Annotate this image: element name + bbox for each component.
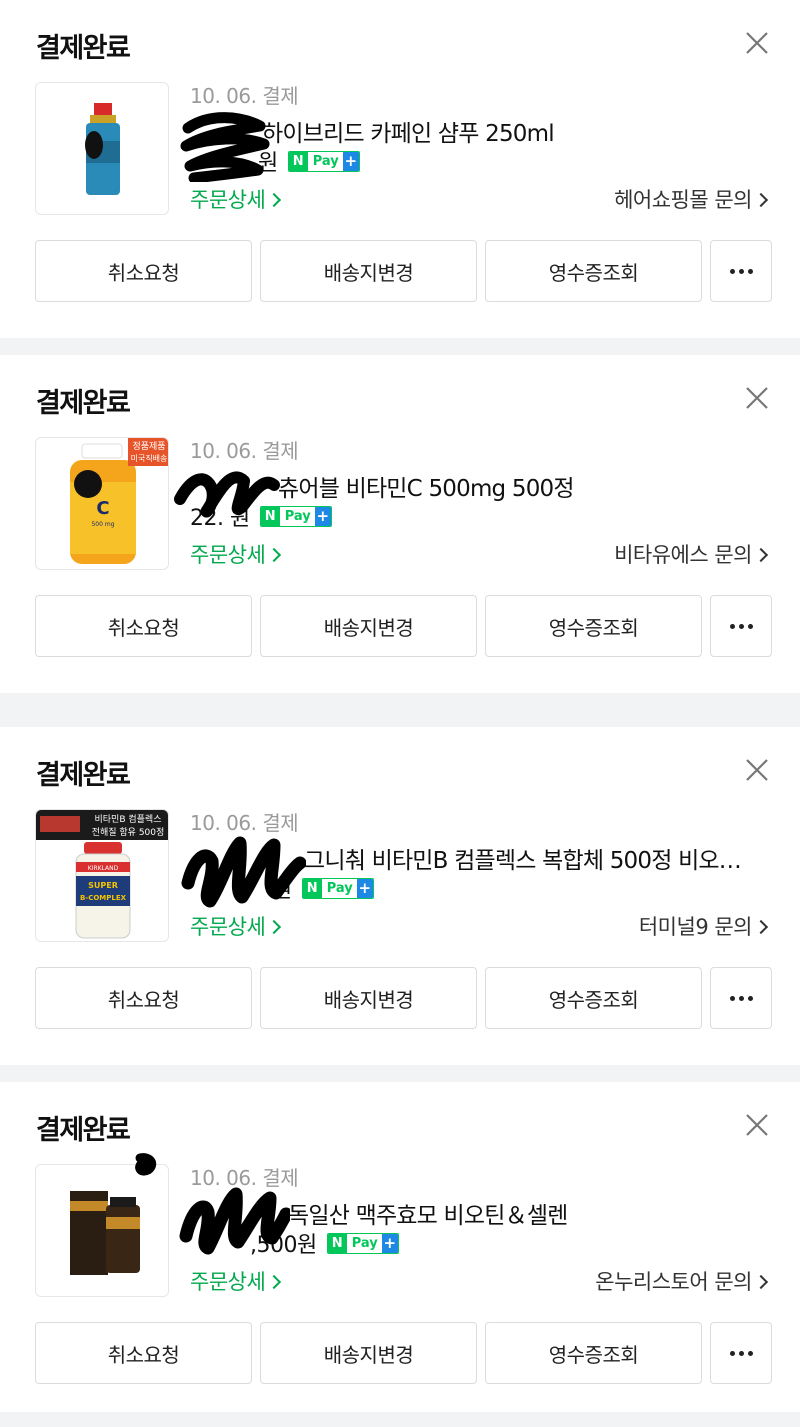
order-date: 10. 06. 결제 — [190, 1166, 299, 1190]
more-button[interactable] — [710, 240, 772, 302]
product-name[interactable]: 독일산 맥주효모 비오틴＆셀렌 — [288, 1196, 758, 1230]
more-button[interactable] — [710, 595, 772, 657]
receipt-button[interactable]: 영수증조회 — [485, 1322, 702, 1384]
order-detail-link[interactable]: 주문상세 — [190, 184, 282, 214]
more-button[interactable] — [710, 967, 772, 1029]
svg-text:KIRKLAND: KIRKLAND — [88, 865, 119, 872]
order-status-title: 결제완료 — [36, 760, 131, 791]
more-icon — [729, 623, 753, 629]
cancel-request-button[interactable]: 취소요청 — [35, 1322, 252, 1384]
order-card: 결제완료 10. 06. 결제 하이브리드 카페인 샴푸 250ml 원 N P… — [0, 0, 800, 338]
chevron-right-icon — [753, 547, 769, 562]
change-address-button[interactable]: 배송지변경 — [260, 1322, 477, 1384]
cancel-request-button[interactable]: 취소요청 — [35, 595, 252, 657]
price: 원 — [258, 151, 278, 176]
more-button[interactable] — [710, 1322, 772, 1384]
product-thumbnail[interactable]: 비타민B 컴플렉스 전해질 함유 500정 KIRKLAND SUPER B-C… — [35, 809, 169, 942]
more-icon — [729, 995, 753, 1001]
chevron-right-icon — [267, 1274, 282, 1289]
order-date: 10. 06. 결제 — [190, 84, 299, 108]
order-card: 결제완료 C 500 mg 정품제품 미국직배송 10. 06. 결제 츄어블 … — [0, 355, 800, 693]
chevron-right-icon — [267, 547, 282, 562]
price: 원 — [272, 878, 292, 903]
action-buttons: 취소요청 배송지변경 영수증조회 — [35, 240, 772, 302]
chevron-right-icon — [267, 192, 282, 207]
product-name[interactable]: 하이브리드 카페인 샴푸 250ml — [262, 114, 762, 148]
more-icon — [729, 1350, 753, 1356]
svg-text:정품제품: 정품제품 — [132, 441, 165, 452]
svg-text:B-COMPLEX: B-COMPLEX — [80, 894, 127, 902]
order-detail-link[interactable]: 주문상세 — [190, 539, 282, 569]
order-status-title: 결제완료 — [36, 388, 131, 419]
npay-badge: N Pay + — [326, 1232, 399, 1254]
cancel-request-button[interactable]: 취소요청 — [35, 967, 252, 1029]
close-icon[interactable] — [744, 385, 770, 411]
seller-inquiry-link[interactable]: 터미널9 문의 — [639, 911, 769, 941]
close-icon[interactable] — [744, 1112, 770, 1138]
action-buttons: 취소요청 배송지변경 영수증조회 — [35, 1322, 772, 1384]
product-thumbnail[interactable] — [35, 1164, 169, 1297]
product-name[interactable]: 그니춰 비타민B 컴플렉스 복합체 500정 비오… — [304, 841, 754, 875]
seller-inquiry-link[interactable]: 온누리스토어 문의 — [595, 1266, 769, 1296]
npay-badge: N Pay + — [259, 505, 332, 527]
cancel-request-button[interactable]: 취소요청 — [35, 240, 252, 302]
svg-text:SUPER: SUPER — [88, 881, 118, 890]
receipt-button[interactable]: 영수증조회 — [485, 595, 702, 657]
chevron-right-icon — [753, 919, 769, 934]
change-address-button[interactable]: 배송지변경 — [260, 240, 477, 302]
npay-badge: N Pay + — [287, 150, 360, 172]
price: ,500원 — [250, 1233, 317, 1258]
order-status-title: 결제완료 — [36, 33, 131, 64]
action-buttons: 취소요청 배송지변경 영수증조회 — [35, 595, 772, 657]
order-date: 10. 06. 결제 — [190, 811, 299, 835]
change-address-button[interactable]: 배송지변경 — [260, 595, 477, 657]
svg-text:500 mg: 500 mg — [91, 521, 114, 528]
seller-inquiry-link[interactable]: 헤어쇼핑몰 문의 — [614, 184, 769, 214]
product-thumbnail[interactable]: C 500 mg 정품제품 미국직배송 — [35, 437, 169, 570]
order-status-title: 결제완료 — [36, 1115, 131, 1146]
svg-text:미국직배송: 미국직배송 — [131, 453, 168, 463]
chevron-right-icon — [753, 1274, 769, 1289]
chevron-right-icon — [267, 919, 282, 934]
order-detail-link[interactable]: 주문상세 — [190, 1266, 282, 1296]
seller-inquiry-link[interactable]: 비타유에스 문의 — [614, 539, 769, 569]
npay-badge: N Pay + — [301, 877, 374, 899]
order-card: 결제완료 비타민B 컴플렉스 전해질 함유 500정 KIRKLAND SUPE… — [0, 727, 800, 1065]
order-card: 결제완료 10. 06. 결제 독일산 맥주효모 비오틴＆셀렌 ,500원 N … — [0, 1082, 800, 1412]
product-name[interactable]: 츄어블 비타민C 500mg 500정 — [278, 469, 758, 503]
svg-text:전해질 함유 500정: 전해질 함유 500정 — [92, 826, 165, 838]
order-detail-link[interactable]: 주문상세 — [190, 911, 282, 941]
action-buttons: 취소요청 배송지변경 영수증조회 — [35, 967, 772, 1029]
redaction-scribble — [180, 112, 270, 182]
receipt-button[interactable]: 영수증조회 — [485, 967, 702, 1029]
chevron-right-icon — [753, 192, 769, 207]
close-icon[interactable] — [744, 30, 770, 56]
svg-text:비타민B 컴플렉스: 비타민B 컴플렉스 — [95, 813, 162, 825]
svg-text:C: C — [96, 498, 109, 519]
more-icon — [729, 268, 753, 274]
product-thumbnail[interactable] — [35, 82, 169, 215]
change-address-button[interactable]: 배송지변경 — [260, 967, 477, 1029]
order-date: 10. 06. 결제 — [190, 439, 299, 463]
close-icon[interactable] — [744, 757, 770, 783]
receipt-button[interactable]: 영수증조회 — [485, 240, 702, 302]
price: 22. 원 — [190, 506, 250, 531]
